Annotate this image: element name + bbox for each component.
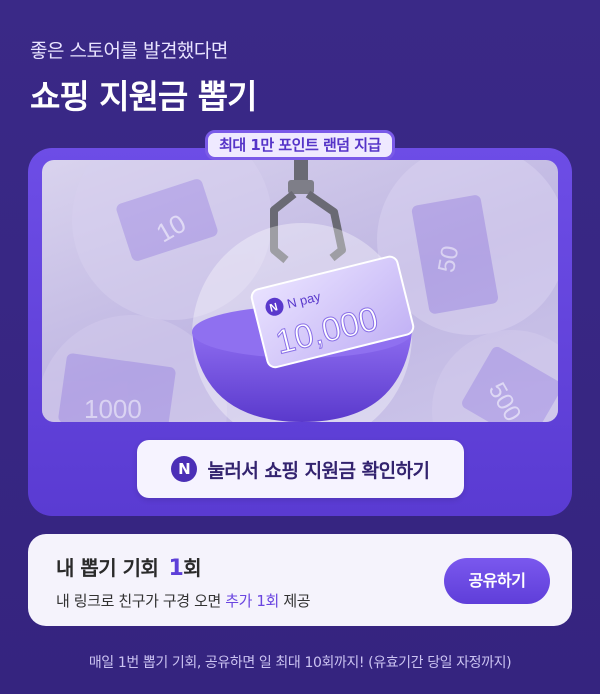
claw-machine-scene[interactable]: 10 50 1000 500 N N pay 10,000 <box>42 160 558 422</box>
check-support-label: 눌러서 쇼핑 지원금 확인하기 <box>207 459 430 482</box>
bg-ticket-value-50: 50 <box>433 244 464 275</box>
bg-capsule-4: 500 <box>432 330 558 422</box>
share-button[interactable]: 공유하기 <box>444 558 550 604</box>
check-support-button[interactable]: N 눌러서 쇼핑 지원금 확인하기 <box>137 440 464 498</box>
max-points-badge: 최대 1만 포인트 랜덤 지급 <box>205 130 395 160</box>
draw-chance-unit: 회 <box>183 556 202 580</box>
page-title: 쇼핑 지원금 뽑기 <box>30 77 257 116</box>
share-desc-suffix: 제공 <box>283 592 311 610</box>
page-subtitle: 좋은 스토어를 발견했다면 <box>30 40 228 62</box>
share-desc-highlight: 추가 1회 <box>225 592 279 610</box>
share-desc-prefix: 내 링크로 친구가 구경 오면 <box>56 592 221 610</box>
npay-logo-icon: N <box>171 456 198 482</box>
claw-machine-illustration: 10 50 1000 500 N N pay 10,000 <box>42 160 558 422</box>
draw-chance-title: 내 뽑기 기회 1회 <box>56 552 202 581</box>
draw-chance-count: 1 <box>168 556 184 581</box>
draw-chance-label: 내 뽑기 기회 <box>56 556 159 580</box>
share-description: 내 링크로 친구가 구경 오면 추가 1회 제공 <box>56 590 311 611</box>
bg-ticket-value-1000: 1000 <box>84 394 142 422</box>
footer-note: 매일 1번 뽑기 기회, 공유하면 일 최대 10회까지! (유효기간 당일 자… <box>88 655 512 671</box>
draw-chance-panel: 내 뽑기 기회 1회 내 링크로 친구가 구경 오면 추가 1회 제공 공유하기 <box>28 534 572 626</box>
